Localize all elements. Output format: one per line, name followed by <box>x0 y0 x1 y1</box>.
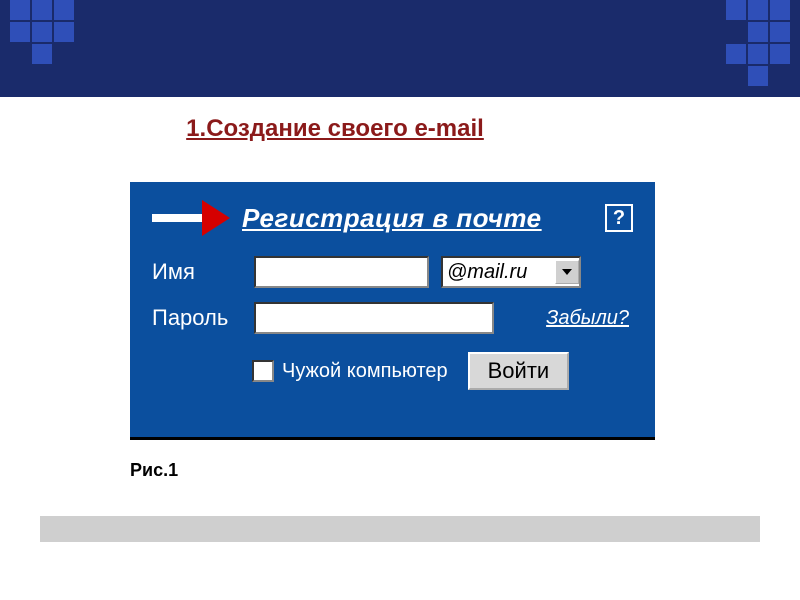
decor-square <box>770 0 790 20</box>
login-button[interactable]: Войти <box>468 352 570 390</box>
decor-square <box>10 0 30 20</box>
name-input[interactable] <box>254 256 429 288</box>
foreign-pc-checkbox[interactable] <box>252 360 274 382</box>
decor-square <box>748 0 768 20</box>
decor-square <box>726 44 746 64</box>
arrow-icon <box>152 200 230 236</box>
decor-square <box>726 0 746 20</box>
domain-select[interactable]: @mail.ru <box>441 256 581 288</box>
section-heading: 1.Создание своего e-mail <box>0 115 800 143</box>
register-row: Регистрация в почте ? <box>152 200 633 236</box>
login-panel: Регистрация в почте ? Имя @mail.ru Парол… <box>130 182 655 440</box>
decor-square <box>10 22 30 42</box>
decor-square <box>32 0 52 20</box>
foreign-pc-label: Чужой компьютер <box>282 360 448 383</box>
decor-square <box>54 0 74 20</box>
header-banner <box>0 0 800 97</box>
register-link[interactable]: Регистрация в почте <box>242 203 542 234</box>
name-row: Имя @mail.ru <box>152 256 633 288</box>
footer-bar <box>40 516 760 542</box>
decor-square <box>748 22 768 42</box>
decor-square <box>32 44 52 64</box>
decor-square <box>770 44 790 64</box>
decor-square <box>748 66 768 86</box>
password-row: Пароль Забыли? <box>152 302 633 334</box>
forgot-password-link[interactable]: Забыли? <box>546 307 629 330</box>
decor-square <box>54 22 74 42</box>
help-icon[interactable]: ? <box>605 204 633 232</box>
password-input[interactable] <box>254 302 494 334</box>
bottom-row: Чужой компьютер Войти <box>152 352 633 390</box>
domain-selected-text: @mail.ru <box>447 261 553 284</box>
name-label: Имя <box>152 259 242 285</box>
figure-caption: Рис.1 <box>130 460 178 481</box>
decor-square <box>748 44 768 64</box>
decor-square <box>770 22 790 42</box>
password-label: Пароль <box>152 305 242 331</box>
decor-square <box>32 22 52 42</box>
heading-text: 1.Создание своего e-mail <box>186 115 484 143</box>
chevron-down-icon <box>555 260 579 284</box>
